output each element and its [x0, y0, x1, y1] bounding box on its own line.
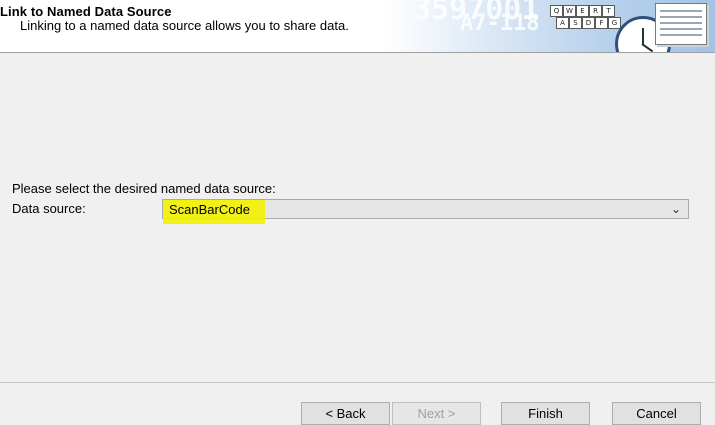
key-icon: F: [595, 17, 608, 29]
cancel-button[interactable]: Cancel: [612, 402, 701, 425]
key-icon: R: [589, 5, 602, 17]
wizard-subtitle: Linking to a named data source allows yo…: [20, 18, 349, 33]
footer-divider: [0, 382, 715, 383]
key-icon: Q: [550, 5, 563, 17]
data-source-dropdown[interactable]: ScanBarCode ⌄: [162, 199, 689, 224]
key-icon: D: [582, 17, 595, 29]
banner-code-text: A7-118: [460, 11, 540, 36]
data-source-selected-value: ScanBarCode: [169, 202, 250, 217]
key-icon: S: [569, 17, 582, 29]
header-banner-image: 3597001 A7-118 Q W E R T A S D F G: [385, 0, 715, 52]
back-button[interactable]: < Back: [301, 402, 390, 425]
chevron-down-icon[interactable]: ⌄: [671, 202, 681, 216]
finish-button[interactable]: Finish: [501, 402, 590, 425]
next-button[interactable]: Next >: [392, 402, 481, 425]
wizard-header: Link to Named Data Source Linking to a n…: [0, 0, 715, 53]
select-prompt: Please select the desired named data sou…: [12, 181, 276, 196]
document-icon: [655, 3, 707, 45]
key-icon: A: [556, 17, 569, 29]
data-source-label: Data source:: [12, 201, 86, 216]
key-icon: E: [576, 5, 589, 17]
key-icon: W: [563, 5, 576, 17]
wizard-title: Link to Named Data Source: [0, 4, 172, 19]
key-icon: T: [602, 5, 615, 17]
